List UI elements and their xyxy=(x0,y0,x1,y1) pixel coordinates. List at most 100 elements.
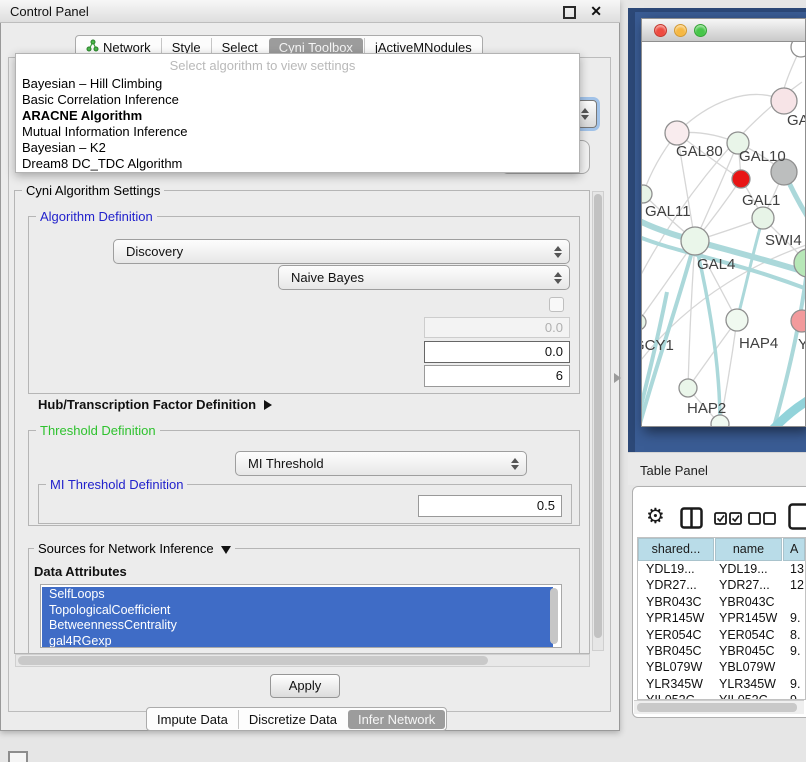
screen: Control Panel ✕ Network Style Select xyxy=(0,0,806,762)
control-panel-titlebar[interactable]: Control Panel ✕ xyxy=(0,0,620,23)
close-traffic-light-icon[interactable] xyxy=(654,24,667,37)
algorithm-option[interactable]: Dream8 DC_TDC Algorithm xyxy=(22,156,182,172)
apply-button[interactable]: Apply xyxy=(270,674,340,698)
cell: YPR145W xyxy=(638,610,715,626)
panel-splitter-arrow[interactable] xyxy=(614,373,621,383)
table-row[interactable]: YDR27... YDR27... 12 xyxy=(638,577,805,593)
cell: 8. xyxy=(783,627,805,643)
table-row[interactable]: YPR145W YPR145W 9. xyxy=(638,610,805,626)
algorithm-option[interactable]: Bayesian – K2 xyxy=(22,140,106,156)
node-label: HAP2 xyxy=(687,400,726,417)
tab-impute-data[interactable]: Impute Data xyxy=(147,710,238,729)
table-row[interactable]: YDL19... YDL19... 13 xyxy=(638,561,805,577)
algorithm-option[interactable]: Bayesian – Hill Climbing xyxy=(22,76,162,92)
columns-icon[interactable] xyxy=(680,507,703,534)
tab-infer-network[interactable]: Infer Network xyxy=(348,710,445,729)
network-node-gal7[interactable] xyxy=(771,88,797,114)
table-row[interactable]: YBR045C YBR045C 9. xyxy=(638,643,805,659)
hub-section-toggle[interactable]: Hub/Transcription Factor Definition xyxy=(38,397,272,412)
aracne-mode-value: Discovery xyxy=(114,244,183,259)
combo-arrows-icon xyxy=(511,458,519,470)
settings-vertical-scrollbar[interactable] xyxy=(592,191,604,651)
node-label: GAL10 xyxy=(739,148,786,165)
network-node-gcy1[interactable] xyxy=(642,314,646,330)
cell: 9. xyxy=(783,643,805,659)
mi-steps-field[interactable]: 6 xyxy=(424,365,570,387)
algorithm-option[interactable]: Basic Correlation Inference xyxy=(22,92,179,108)
aracne-mode-combo[interactable]: Discovery xyxy=(113,239,570,264)
column-header-shared-name[interactable]: shared... xyxy=(638,538,714,561)
kernel-width-field[interactable]: 0.0 xyxy=(424,317,570,338)
control-panel-title: Control Panel xyxy=(10,4,89,19)
cell: YDL19... xyxy=(715,561,783,577)
cell: 13 xyxy=(783,561,805,577)
combo-arrows-icon xyxy=(554,272,562,284)
mi-threshold-group-title: MI Threshold Definition xyxy=(46,477,187,492)
cell: YIL052C xyxy=(715,692,783,700)
which-threshold-combo[interactable]: MI Threshold xyxy=(235,451,527,476)
algorithm-combo-stepper[interactable] xyxy=(577,100,597,128)
algorithm-definition-title: Algorithm Definition xyxy=(36,209,157,224)
gear-icon[interactable]: ⚙ xyxy=(646,504,665,528)
cell: YER054C xyxy=(715,627,783,643)
attribute-item-selected[interactable]: SelfLoops xyxy=(42,587,553,603)
collapse-down-icon xyxy=(221,546,231,554)
cell: 9. xyxy=(783,676,805,692)
network-node[interactable] xyxy=(791,42,805,57)
cell: YBL079W xyxy=(638,659,715,675)
network-node-swi4[interactable] xyxy=(794,249,805,277)
network-node-hap4[interactable] xyxy=(726,309,748,331)
cell: YLR345W xyxy=(715,676,783,692)
network-node-hap2[interactable] xyxy=(679,379,697,397)
mi-type-combo[interactable]: Naive Bayes xyxy=(278,265,570,290)
table-row[interactable]: YIL052C YIL052C 9 xyxy=(638,692,805,700)
network-node-gal4[interactable] xyxy=(681,227,709,255)
network-node-gal80[interactable] xyxy=(665,121,689,145)
network-node-red[interactable] xyxy=(732,170,750,188)
attribute-item-selected[interactable]: gal4RGexp xyxy=(42,634,553,649)
network-canvas[interactable]: GAL GAL80 GAL10 GAL1 GAL11 SWI4 GAL4 GCY… xyxy=(642,42,805,426)
cell: 9 xyxy=(783,692,805,700)
close-icon[interactable]: ✕ xyxy=(590,3,602,20)
table-horizontal-scrollbar[interactable] xyxy=(634,700,804,714)
select-all-icon[interactable] xyxy=(714,512,742,530)
algorithm-option[interactable]: Mutual Information Inference xyxy=(22,124,187,140)
float-window-icon[interactable] xyxy=(563,6,576,19)
table-row[interactable]: YBL079W YBL079W xyxy=(638,659,805,675)
node-label: GAL11 xyxy=(645,203,691,220)
zoom-traffic-light-icon[interactable] xyxy=(694,24,707,37)
table-row[interactable]: YBR043C YBR043C xyxy=(638,594,805,610)
node-label: HAP4 xyxy=(739,335,778,352)
manual-kernel-checkbox[interactable] xyxy=(549,297,564,312)
algorithm-option-selected[interactable]: ARACNE Algorithm xyxy=(22,108,142,124)
mi-threshold-field[interactable]: 0.5 xyxy=(418,495,562,517)
mi-type-value: Naive Bayes xyxy=(279,270,364,285)
attribute-item-selected[interactable]: TopologicalCoefficient xyxy=(42,603,553,619)
tab-discretize-data[interactable]: Discretize Data xyxy=(238,710,347,729)
sources-group-title: Sources for Network Inference xyxy=(38,541,214,556)
dpi-tolerance-field[interactable]: 0.0 xyxy=(424,341,570,363)
node-label: GCY1 xyxy=(642,337,674,354)
sources-group-header[interactable]: Sources for Network Inference xyxy=(34,541,235,556)
deselect-all-icon[interactable] xyxy=(748,512,776,530)
attributes-list-scrollbar[interactable] xyxy=(548,587,560,646)
export-table-icon[interactable] xyxy=(788,503,806,535)
minimize-traffic-light-icon[interactable] xyxy=(674,24,687,37)
threshold-definition-title: Threshold Definition xyxy=(36,423,160,438)
node-table: shared... name A YDL19... YDL19... 13 YD… xyxy=(637,537,806,700)
node-label: GAL4 xyxy=(697,256,735,273)
tab-infer-network-label: Infer Network xyxy=(358,712,435,727)
cell: YBR043C xyxy=(715,594,783,610)
table-row[interactable]: YLR345W YLR345W 9. xyxy=(638,676,805,692)
column-header-name[interactable]: name xyxy=(715,538,782,561)
settings-horizontal-scrollbar[interactable] xyxy=(15,654,590,667)
minimized-panel-icon[interactable] xyxy=(8,751,28,762)
column-header-partial[interactable]: A xyxy=(783,538,805,561)
tab-discretize-data-label: Discretize Data xyxy=(249,712,337,727)
network-window-titlebar[interactable] xyxy=(642,19,805,42)
attribute-item-selected[interactable]: BetweennessCentrality xyxy=(42,618,553,634)
table-row[interactable]: YER054C YER054C 8. xyxy=(638,627,805,643)
network-node-salmon[interactable] xyxy=(791,310,805,332)
network-node-gal1[interactable] xyxy=(752,207,774,229)
hub-section-label: Hub/Transcription Factor Definition xyxy=(38,397,256,412)
